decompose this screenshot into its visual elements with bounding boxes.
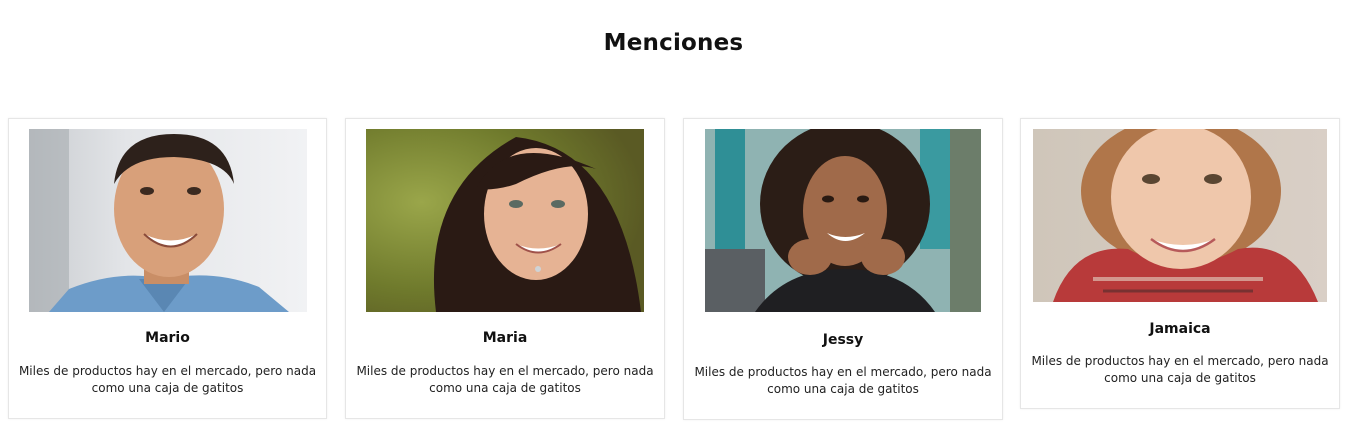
testimonial-text-line: Miles de productos hay en el mercado, pe…: [694, 365, 992, 379]
testimonial-text-line: Miles de productos hay en el mercado, pe…: [18, 364, 317, 378]
person-name: Jessy: [822, 332, 864, 348]
portrait-photo: [366, 129, 644, 312]
testimonial-text-line: como una caja de gatitos: [429, 381, 581, 395]
testimonial-text: Miles de productos hay en el mercado, pe…: [346, 363, 664, 397]
testimonials-section: Menciones Mario Miles de productos hay e…: [0, 0, 1347, 447]
person-name: Maria: [482, 330, 528, 346]
testimonial-text: Miles de productos hay en el mercado, pe…: [684, 364, 1002, 398]
testimonial-card: Jessy Miles de productos hay en el merca…: [683, 118, 1003, 420]
testimonial-text-line: Miles de productos hay en el mercado, pe…: [356, 364, 654, 378]
testimonial-text: Miles de productos hay en el mercado, pe…: [9, 363, 326, 397]
portrait-photo: [705, 129, 981, 312]
portrait-photo: [1033, 129, 1327, 302]
testimonial-card: Maria Miles de productos hay en el merca…: [345, 118, 665, 419]
portrait-photo: [29, 129, 307, 312]
person-name: Jamaica: [1149, 321, 1211, 337]
testimonial-text-line: como una caja de gatitos: [1104, 371, 1256, 385]
section-title: Menciones: [603, 30, 744, 56]
testimonial-text: Miles de productos hay en el mercado, pe…: [1021, 353, 1339, 387]
testimonial-card: Jamaica Miles de productos hay en el mer…: [1020, 118, 1340, 409]
testimonial-text-line: como una caja de gatitos: [767, 382, 919, 396]
testimonial-text-line: Miles de productos hay en el mercado, pe…: [1031, 354, 1329, 368]
testimonial-card: Mario Miles de productos hay en el merca…: [8, 118, 327, 419]
person-name: Mario: [145, 330, 190, 346]
testimonial-text-line: como una caja de gatitos: [91, 381, 244, 395]
